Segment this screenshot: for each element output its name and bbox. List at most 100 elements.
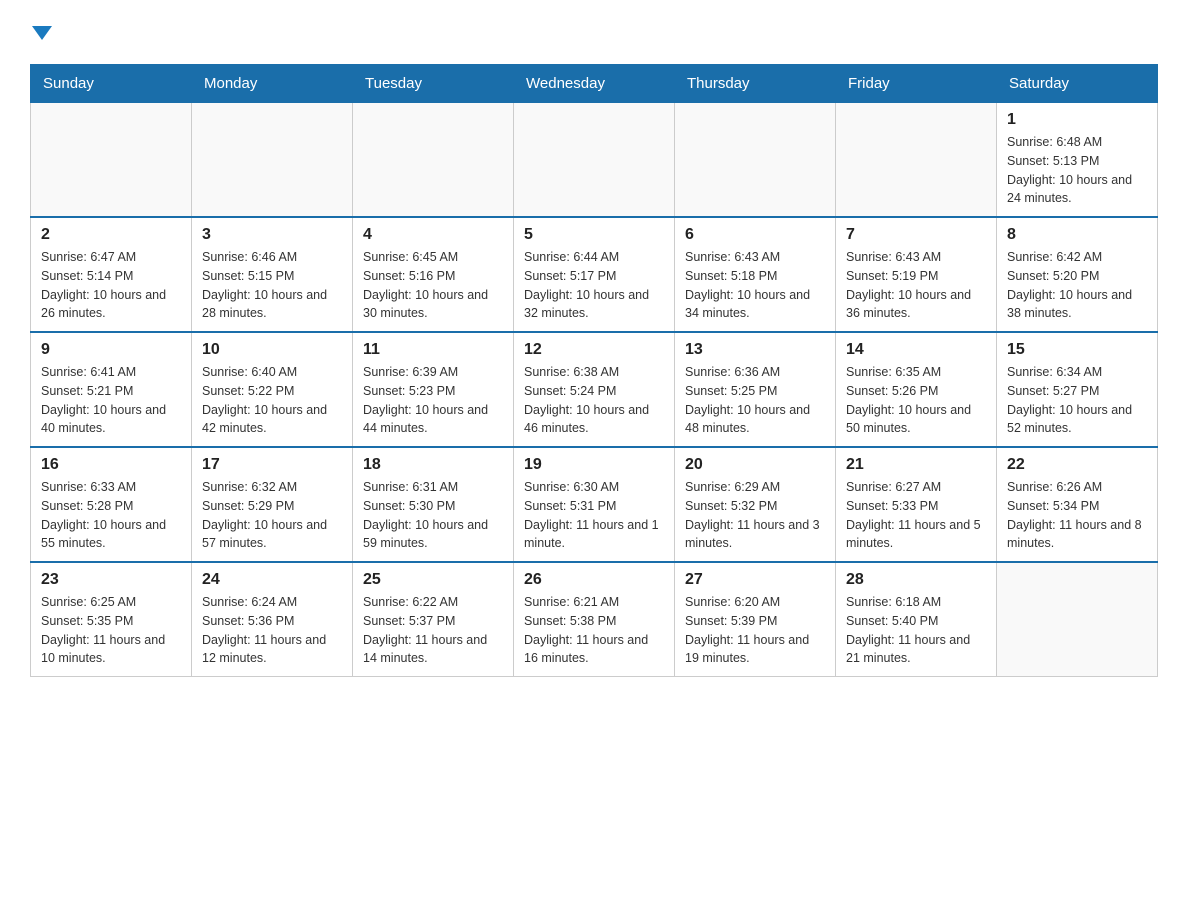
calendar-day-cell bbox=[997, 562, 1158, 677]
day-number: 11 bbox=[363, 341, 503, 359]
calendar-day-cell: 2 Sunrise: 6:47 AM Sunset: 5:14 PM Daylig… bbox=[31, 217, 192, 332]
day-number: 5 bbox=[524, 226, 664, 244]
day-number: 16 bbox=[41, 456, 181, 474]
calendar-day-cell: 26 Sunrise: 6:21 AM Sunset: 5:38 PM Dayli… bbox=[514, 562, 675, 677]
day-detail: Sunrise: 6:18 AM Sunset: 5:40 PM Dayligh… bbox=[846, 593, 986, 668]
day-number: 17 bbox=[202, 456, 342, 474]
day-detail: Sunrise: 6:48 AM Sunset: 5:13 PM Dayligh… bbox=[1007, 133, 1147, 208]
day-detail: Sunrise: 6:36 AM Sunset: 5:25 PM Dayligh… bbox=[685, 363, 825, 438]
calendar-week-row: 9 Sunrise: 6:41 AM Sunset: 5:21 PM Daylig… bbox=[31, 332, 1158, 447]
day-detail: Sunrise: 6:30 AM Sunset: 5:31 PM Dayligh… bbox=[524, 478, 664, 553]
day-detail: Sunrise: 6:43 AM Sunset: 5:18 PM Dayligh… bbox=[685, 248, 825, 323]
day-detail: Sunrise: 6:22 AM Sunset: 5:37 PM Dayligh… bbox=[363, 593, 503, 668]
calendar-week-row: 2 Sunrise: 6:47 AM Sunset: 5:14 PM Daylig… bbox=[31, 217, 1158, 332]
calendar-day-cell: 21 Sunrise: 6:27 AM Sunset: 5:33 PM Dayli… bbox=[836, 447, 997, 562]
day-number: 27 bbox=[685, 571, 825, 589]
day-number: 4 bbox=[363, 226, 503, 244]
calendar-day-cell: 3 Sunrise: 6:46 AM Sunset: 5:15 PM Daylig… bbox=[192, 217, 353, 332]
day-number: 23 bbox=[41, 571, 181, 589]
calendar-table: SundayMondayTuesdayWednesdayThursdayFrid… bbox=[30, 64, 1158, 677]
calendar-day-cell: 15Sunrise: 6:34 AM Sunset: 5:27 PM Dayli… bbox=[997, 332, 1158, 447]
day-number: 28 bbox=[846, 571, 986, 589]
calendar-day-cell: 7 Sunrise: 6:43 AM Sunset: 5:19 PM Daylig… bbox=[836, 217, 997, 332]
calendar-day-cell: 25 Sunrise: 6:22 AM Sunset: 5:37 PM Dayli… bbox=[353, 562, 514, 677]
day-detail: Sunrise: 6:41 AM Sunset: 5:21 PM Dayligh… bbox=[41, 363, 181, 438]
day-number: 15 bbox=[1007, 341, 1147, 359]
calendar-day-cell: 1 Sunrise: 6:48 AM Sunset: 5:13 PM Daylig… bbox=[997, 103, 1158, 218]
weekday-header-thursday: Thursday bbox=[675, 65, 836, 103]
day-number: 12 bbox=[524, 341, 664, 359]
weekday-header-sunday: Sunday bbox=[31, 65, 192, 103]
day-detail: Sunrise: 6:27 AM Sunset: 5:33 PM Dayligh… bbox=[846, 478, 986, 553]
calendar-day-cell: 27 Sunrise: 6:20 AM Sunset: 5:39 PM Dayli… bbox=[675, 562, 836, 677]
day-detail: Sunrise: 6:25 AM Sunset: 5:35 PM Dayligh… bbox=[41, 593, 181, 668]
day-number: 10 bbox=[202, 341, 342, 359]
calendar-day-cell bbox=[353, 103, 514, 218]
page-header bbox=[30, 20, 1158, 44]
logo bbox=[30, 20, 52, 44]
day-number: 18 bbox=[363, 456, 503, 474]
calendar-week-row: 16 Sunrise: 6:33 AM Sunset: 5:28 PM Dayli… bbox=[31, 447, 1158, 562]
day-detail: Sunrise: 6:45 AM Sunset: 5:16 PM Dayligh… bbox=[363, 248, 503, 323]
calendar-day-cell: 19 Sunrise: 6:30 AM Sunset: 5:31 PM Dayli… bbox=[514, 447, 675, 562]
day-detail: Sunrise: 6:40 AM Sunset: 5:22 PM Dayligh… bbox=[202, 363, 342, 438]
weekday-header-saturday: Saturday bbox=[997, 65, 1158, 103]
logo-triangle-icon bbox=[32, 26, 52, 40]
day-detail: Sunrise: 6:31 AM Sunset: 5:30 PM Dayligh… bbox=[363, 478, 503, 553]
calendar-day-cell: 18 Sunrise: 6:31 AM Sunset: 5:30 PM Dayli… bbox=[353, 447, 514, 562]
calendar-day-cell bbox=[514, 103, 675, 218]
calendar-day-cell bbox=[675, 103, 836, 218]
day-number: 20 bbox=[685, 456, 825, 474]
day-number: 14 bbox=[846, 341, 986, 359]
calendar-day-cell: 28 Sunrise: 6:18 AM Sunset: 5:40 PM Dayli… bbox=[836, 562, 997, 677]
day-number: 8 bbox=[1007, 226, 1147, 244]
day-number: 6 bbox=[685, 226, 825, 244]
day-detail: Sunrise: 6:24 AM Sunset: 5:36 PM Dayligh… bbox=[202, 593, 342, 668]
calendar-day-cell bbox=[192, 103, 353, 218]
calendar-day-cell: 23 Sunrise: 6:25 AM Sunset: 5:35 PM Dayli… bbox=[31, 562, 192, 677]
calendar-day-cell: 13Sunrise: 6:36 AM Sunset: 5:25 PM Dayli… bbox=[675, 332, 836, 447]
day-detail: Sunrise: 6:39 AM Sunset: 5:23 PM Dayligh… bbox=[363, 363, 503, 438]
day-detail: Sunrise: 6:46 AM Sunset: 5:15 PM Dayligh… bbox=[202, 248, 342, 323]
day-detail: Sunrise: 6:33 AM Sunset: 5:28 PM Dayligh… bbox=[41, 478, 181, 553]
day-detail: Sunrise: 6:44 AM Sunset: 5:17 PM Dayligh… bbox=[524, 248, 664, 323]
calendar-week-row: 23 Sunrise: 6:25 AM Sunset: 5:35 PM Dayli… bbox=[31, 562, 1158, 677]
calendar-day-cell: 11 Sunrise: 6:39 AM Sunset: 5:23 PM Dayli… bbox=[353, 332, 514, 447]
calendar-week-row: 1 Sunrise: 6:48 AM Sunset: 5:13 PM Daylig… bbox=[31, 103, 1158, 218]
day-detail: Sunrise: 6:43 AM Sunset: 5:19 PM Dayligh… bbox=[846, 248, 986, 323]
calendar-day-cell bbox=[31, 103, 192, 218]
calendar-day-cell: 5 Sunrise: 6:44 AM Sunset: 5:17 PM Daylig… bbox=[514, 217, 675, 332]
calendar-day-cell: 20 Sunrise: 6:29 AM Sunset: 5:32 PM Dayli… bbox=[675, 447, 836, 562]
calendar-day-cell: 12 Sunrise: 6:38 AM Sunset: 5:24 PM Dayli… bbox=[514, 332, 675, 447]
day-number: 9 bbox=[41, 341, 181, 359]
weekday-header-row: SundayMondayTuesdayWednesdayThursdayFrid… bbox=[31, 65, 1158, 103]
day-number: 1 bbox=[1007, 111, 1147, 129]
weekday-header-tuesday: Tuesday bbox=[353, 65, 514, 103]
calendar-day-cell: 9 Sunrise: 6:41 AM Sunset: 5:21 PM Daylig… bbox=[31, 332, 192, 447]
day-detail: Sunrise: 6:26 AM Sunset: 5:34 PM Dayligh… bbox=[1007, 478, 1147, 553]
day-detail: Sunrise: 6:35 AM Sunset: 5:26 PM Dayligh… bbox=[846, 363, 986, 438]
day-number: 2 bbox=[41, 226, 181, 244]
calendar-day-cell: 4 Sunrise: 6:45 AM Sunset: 5:16 PM Daylig… bbox=[353, 217, 514, 332]
day-number: 19 bbox=[524, 456, 664, 474]
calendar-day-cell: 17 Sunrise: 6:32 AM Sunset: 5:29 PM Dayli… bbox=[192, 447, 353, 562]
calendar-day-cell: 16 Sunrise: 6:33 AM Sunset: 5:28 PM Dayli… bbox=[31, 447, 192, 562]
day-number: 21 bbox=[846, 456, 986, 474]
day-detail: Sunrise: 6:20 AM Sunset: 5:39 PM Dayligh… bbox=[685, 593, 825, 668]
day-detail: Sunrise: 6:47 AM Sunset: 5:14 PM Dayligh… bbox=[41, 248, 181, 323]
day-detail: Sunrise: 6:21 AM Sunset: 5:38 PM Dayligh… bbox=[524, 593, 664, 668]
day-number: 26 bbox=[524, 571, 664, 589]
day-detail: Sunrise: 6:38 AM Sunset: 5:24 PM Dayligh… bbox=[524, 363, 664, 438]
day-number: 25 bbox=[363, 571, 503, 589]
calendar-day-cell: 8 Sunrise: 6:42 AM Sunset: 5:20 PM Daylig… bbox=[997, 217, 1158, 332]
calendar-day-cell bbox=[836, 103, 997, 218]
day-detail: Sunrise: 6:32 AM Sunset: 5:29 PM Dayligh… bbox=[202, 478, 342, 553]
day-number: 3 bbox=[202, 226, 342, 244]
calendar-day-cell: 6 Sunrise: 6:43 AM Sunset: 5:18 PM Daylig… bbox=[675, 217, 836, 332]
day-detail: Sunrise: 6:29 AM Sunset: 5:32 PM Dayligh… bbox=[685, 478, 825, 553]
day-number: 24 bbox=[202, 571, 342, 589]
day-detail: Sunrise: 6:42 AM Sunset: 5:20 PM Dayligh… bbox=[1007, 248, 1147, 323]
day-number: 7 bbox=[846, 226, 986, 244]
calendar-day-cell: 14 Sunrise: 6:35 AM Sunset: 5:26 PM Dayli… bbox=[836, 332, 997, 447]
weekday-header-monday: Monday bbox=[192, 65, 353, 103]
